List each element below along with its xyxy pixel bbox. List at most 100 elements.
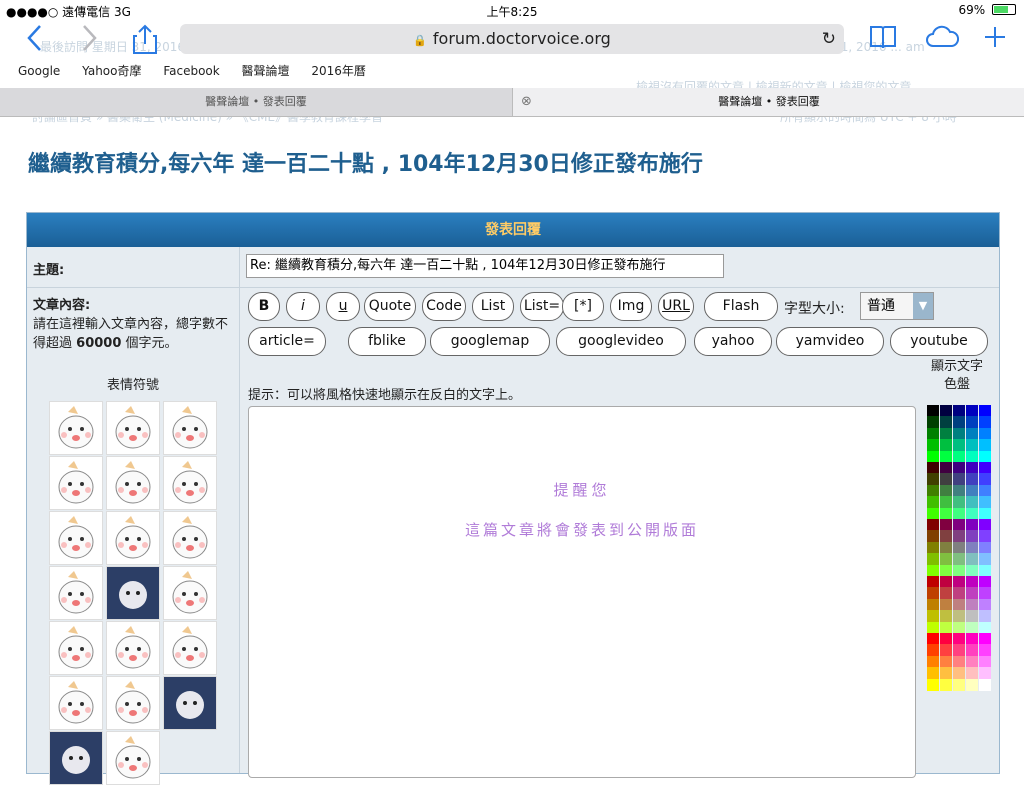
subject-input[interactable]: Re: 繼續教育積分,每六年 達一百二十點 , 104年12月30日修正發布施行	[246, 254, 724, 278]
color-palette-toggle[interactable]: 顯示文字 色盤	[924, 358, 990, 394]
format-button-url[interactable]: URL	[658, 292, 694, 321]
page-title[interactable]: 繼續教育積分,每六年 達一百二十點 , 104年12月30日修正發布施行	[28, 146, 703, 178]
smiley-icon[interactable]	[106, 511, 160, 565]
color-swatch[interactable]	[979, 450, 991, 463]
color-swatch[interactable]	[953, 473, 965, 486]
color-swatch[interactable]	[927, 587, 939, 600]
message-textarea[interactable]: 提醒您 這篇文章將會發表到公開版面	[248, 406, 916, 778]
smiley-icon[interactable]	[106, 731, 160, 785]
color-swatch[interactable]	[940, 576, 952, 588]
color-swatch[interactable]	[953, 610, 965, 623]
color-swatch[interactable]	[979, 678, 991, 691]
color-swatch[interactable]	[940, 678, 952, 691]
color-swatch[interactable]	[953, 633, 965, 645]
color-swatch[interactable]	[940, 621, 952, 634]
format-button-i[interactable]: i	[286, 292, 320, 321]
color-swatch[interactable]	[927, 530, 939, 543]
color-swatch[interactable]	[979, 644, 991, 657]
color-swatch[interactable]	[966, 439, 978, 452]
color-swatch[interactable]	[927, 519, 939, 531]
font-size-select[interactable]: 普通 ▼	[860, 292, 934, 320]
smiley-icon[interactable]	[49, 621, 103, 675]
color-swatch[interactable]	[940, 416, 952, 429]
bbcode-button-fblike[interactable]: fblike	[348, 327, 426, 356]
color-swatch[interactable]	[979, 484, 991, 497]
tab-inactive[interactable]: 醫聲論壇 • 發表回覆	[0, 88, 512, 116]
new-tab-button[interactable]	[980, 24, 1010, 54]
bbcode-button-yahoo[interactable]: yahoo	[694, 327, 772, 356]
color-swatch[interactable]	[966, 678, 978, 691]
color-swatch[interactable]	[979, 576, 991, 588]
format-button-code[interactable]: Code	[422, 292, 466, 321]
color-swatch[interactable]	[940, 564, 952, 577]
color-swatch[interactable]	[953, 576, 965, 588]
tab-active[interactable]: ⊗ 醫聲論壇 • 發表回覆	[512, 88, 1024, 116]
share-button[interactable]	[130, 24, 160, 54]
color-swatch[interactable]	[966, 405, 978, 417]
color-swatch[interactable]	[927, 553, 939, 566]
color-swatch[interactable]	[927, 667, 939, 680]
color-swatch[interactable]	[979, 507, 991, 520]
color-swatch[interactable]	[966, 655, 978, 668]
smiley-icon[interactable]	[49, 511, 103, 565]
color-swatch[interactable]	[927, 496, 939, 509]
smiley-icon[interactable]	[163, 566, 217, 620]
color-swatch[interactable]	[966, 427, 978, 440]
color-swatch[interactable]	[953, 564, 965, 577]
format-button-list[interactable]: List	[472, 292, 514, 321]
color-swatch[interactable]	[927, 450, 939, 463]
color-swatch[interactable]	[966, 553, 978, 566]
smiley-icon[interactable]	[49, 566, 103, 620]
bookmark-item[interactable]: Facebook	[163, 64, 219, 78]
color-swatch[interactable]	[927, 439, 939, 452]
color-swatch[interactable]	[953, 507, 965, 520]
format-button-list[interactable]: List=	[520, 292, 564, 321]
color-swatch[interactable]	[940, 507, 952, 520]
reload-icon[interactable]: ↻	[822, 24, 836, 54]
bookmark-item[interactable]: 醫聲論壇	[242, 62, 290, 79]
color-swatch[interactable]	[979, 462, 991, 474]
smiley-icon[interactable]	[163, 676, 217, 730]
color-swatch[interactable]	[966, 484, 978, 497]
color-swatch[interactable]	[940, 450, 952, 463]
color-swatch[interactable]	[953, 519, 965, 531]
color-swatch[interactable]	[927, 610, 939, 623]
color-swatch[interactable]	[953, 655, 965, 668]
color-swatch[interactable]	[953, 530, 965, 543]
color-swatch[interactable]	[979, 610, 991, 623]
icloud-tabs-button[interactable]	[924, 24, 960, 54]
color-swatch[interactable]	[927, 541, 939, 554]
color-swatch[interactable]	[966, 473, 978, 486]
smiley-icon[interactable]	[163, 456, 217, 510]
color-swatch[interactable]	[966, 541, 978, 554]
color-swatch[interactable]	[979, 587, 991, 600]
smiley-icon[interactable]	[106, 401, 160, 455]
color-swatch[interactable]	[940, 530, 952, 543]
smiley-icon[interactable]	[163, 621, 217, 675]
color-swatch[interactable]	[927, 655, 939, 668]
color-swatch[interactable]	[979, 496, 991, 509]
color-swatch[interactable]	[966, 633, 978, 645]
bbcode-button-yamvideo[interactable]: yamvideo	[776, 327, 884, 356]
color-swatch[interactable]	[940, 462, 952, 474]
smiley-icon[interactable]	[49, 676, 103, 730]
color-swatch[interactable]	[979, 598, 991, 611]
format-button-img[interactable]: Img	[610, 292, 652, 321]
smiley-icon[interactable]	[106, 456, 160, 510]
color-swatch[interactable]	[979, 621, 991, 634]
color-swatch[interactable]	[966, 644, 978, 657]
color-swatch[interactable]	[966, 507, 978, 520]
bbcode-button-youtube[interactable]: youtube	[890, 327, 988, 356]
color-swatch[interactable]	[940, 610, 952, 623]
color-swatch[interactable]	[927, 462, 939, 474]
color-swatch[interactable]	[953, 405, 965, 417]
color-swatch[interactable]	[979, 633, 991, 645]
color-swatch[interactable]	[940, 541, 952, 554]
color-swatch[interactable]	[966, 621, 978, 634]
color-swatch[interactable]	[966, 598, 978, 611]
color-swatch[interactable]	[979, 439, 991, 452]
color-swatch[interactable]	[953, 644, 965, 657]
bbcode-button-googlevideo[interactable]: googlevideo	[556, 327, 686, 356]
color-swatch[interactable]	[966, 450, 978, 463]
color-swatch[interactable]	[927, 621, 939, 634]
